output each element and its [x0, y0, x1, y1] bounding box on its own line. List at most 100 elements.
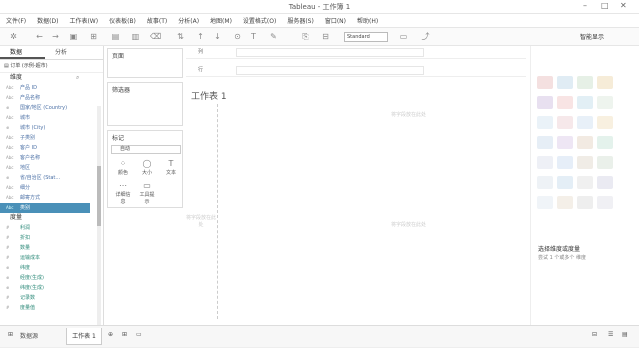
list-item[interactable]: # 运输成本	[0, 253, 103, 263]
list-item[interactable]: Abc 客户名称	[0, 153, 103, 163]
list-item-dragging[interactable]: Abc 类别	[0, 203, 90, 213]
columns-dropzone[interactable]	[236, 48, 424, 57]
swap-icon[interactable]: ⇅	[175, 31, 186, 42]
undo-icon[interactable]: ←	[34, 31, 45, 42]
chart-thumb[interactable]	[597, 136, 613, 149]
datasource-tab-icon[interactable]: ⊞	[8, 331, 13, 338]
chart-thumb[interactable]	[597, 196, 613, 209]
fit-select[interactable]: Standard	[344, 32, 388, 42]
list-item[interactable]: Abc 地区	[0, 163, 103, 173]
clear-sheet-icon[interactable]: ⌫	[150, 31, 161, 42]
list-item[interactable]: ⊕ 纬度(生成)	[0, 283, 103, 293]
share-icon[interactable]: ⤴	[420, 31, 431, 42]
chart-thumb[interactable]	[557, 116, 573, 129]
chart-thumb[interactable]	[557, 196, 573, 209]
fix-axes-icon[interactable]: ⊟	[320, 31, 331, 42]
chart-thumb[interactable]	[577, 96, 593, 109]
pages-card[interactable]: 页面	[107, 48, 183, 78]
list-item[interactable]: Abc 客户 ID	[0, 143, 103, 153]
sort-asc-icon[interactable]: ↑	[195, 31, 206, 42]
sort-desc-icon[interactable]: ↓	[212, 31, 223, 42]
tableau-logo-icon[interactable]: ✲	[8, 31, 19, 42]
tooltip-button[interactable]: ▭ 工具提示	[138, 181, 156, 205]
chart-thumb[interactable]	[597, 76, 613, 89]
chart-thumb[interactable]	[537, 176, 553, 189]
chart-thumb[interactable]	[597, 116, 613, 129]
search-icon[interactable]: ⌕	[76, 73, 79, 83]
mark-type-select[interactable]: 自动	[111, 145, 181, 154]
new-sheet-icon[interactable]: ⊕	[108, 331, 113, 338]
chart-thumb[interactable]	[577, 196, 593, 209]
chart-thumb[interactable]	[537, 196, 553, 209]
list-item[interactable]: Abc 产品名称	[0, 93, 103, 103]
chart-thumb[interactable]	[557, 156, 573, 169]
chart-thumb[interactable]	[537, 76, 553, 89]
list-item[interactable]: ⊕ 国家/地区 (Country)	[0, 103, 103, 113]
presentation-icon[interactable]: ▭	[398, 31, 409, 42]
chart-thumb[interactable]	[577, 76, 593, 89]
chart-thumb[interactable]	[557, 176, 573, 189]
highlight-icon[interactable]: ✎	[268, 31, 279, 42]
menu-server[interactable]: 服务器(S)	[287, 16, 314, 25]
list-item[interactable]: # 折扣	[0, 233, 103, 243]
detail-button[interactable]: ⋯ 详细信息	[114, 181, 132, 205]
label-icon[interactable]: T	[248, 31, 259, 42]
chart-thumb[interactable]	[597, 176, 613, 189]
datasource-tab[interactable]: 数据源	[20, 331, 38, 340]
chart-thumb[interactable]	[557, 96, 573, 109]
menu-file[interactable]: 文件(F)	[6, 16, 26, 25]
list-item[interactable]: ⊕ 经度(生成)	[0, 273, 103, 283]
menu-format[interactable]: 设置格式(O)	[243, 16, 276, 25]
menu-data[interactable]: 数据(D)	[37, 16, 58, 25]
sheet-title[interactable]: 工作表 1	[191, 89, 227, 102]
menu-worksheet[interactable]: 工作表(W)	[69, 16, 98, 25]
datasource-item[interactable]: ▤ 订单 (示例-超市)	[0, 60, 103, 73]
list-item[interactable]: Abc 子类别	[0, 133, 103, 143]
menu-help[interactable]: 帮助(H)	[357, 16, 378, 25]
list-item[interactable]: Abc 邮寄方式	[0, 193, 103, 203]
list-item[interactable]: ⊕ 纬度	[0, 263, 103, 273]
chart-thumb[interactable]	[577, 156, 593, 169]
chart-thumb[interactable]	[537, 136, 553, 149]
list-item[interactable]: Abc 城市	[0, 113, 103, 123]
rows-dropzone[interactable]	[236, 66, 424, 75]
chart-thumb[interactable]	[537, 96, 553, 109]
duplicate-icon[interactable]: ▥	[130, 31, 141, 42]
close-icon[interactable]: ✕	[620, 1, 627, 10]
save-icon[interactable]: ▣	[68, 31, 79, 42]
color-button[interactable]: ⁘ 颜色	[114, 159, 132, 177]
chart-thumb[interactable]	[537, 156, 553, 169]
list-item[interactable]: ⊕ 城市 (City)	[0, 123, 103, 133]
list-item[interactable]: # 度量值	[0, 303, 103, 313]
chart-thumb[interactable]	[557, 76, 573, 89]
list-item[interactable]: # 利润	[0, 223, 103, 233]
menu-story[interactable]: 故事(T)	[147, 16, 167, 25]
maximize-icon[interactable]: □	[601, 1, 609, 10]
size-button[interactable]: ◯ 大小	[138, 159, 156, 177]
chart-thumb[interactable]	[557, 136, 573, 149]
chart-thumb[interactable]	[577, 136, 593, 149]
new-story-icon[interactable]: ▭	[136, 331, 142, 338]
minimize-icon[interactable]: –	[583, 1, 587, 10]
chart-thumb[interactable]	[597, 156, 613, 169]
group-icon[interactable]: ⊙	[232, 31, 243, 42]
menu-analysis[interactable]: 分析(A)	[178, 16, 199, 25]
menu-map[interactable]: 地图(M)	[210, 16, 232, 25]
view-grid-icon[interactable]: ⊟	[592, 331, 597, 338]
chart-thumb[interactable]	[577, 176, 593, 189]
text-button[interactable]: T 文本	[162, 159, 180, 177]
chart-thumb[interactable]	[577, 116, 593, 129]
chart-thumb[interactable]	[537, 116, 553, 129]
new-dashboard-icon[interactable]: ⊞	[122, 331, 127, 338]
list-item[interactable]: # 记录数	[0, 293, 103, 303]
view-canvas[interactable]: 工作表 1 将字段放在此处 将字段放在此处 将字段放在此处	[186, 84, 526, 324]
list-item[interactable]: ⊕ 省/自治区 (Stat...	[0, 173, 103, 183]
list-item[interactable]: Abc 产品 ID	[0, 83, 103, 93]
menu-dashboard[interactable]: 仪表板(B)	[109, 16, 136, 25]
tab-analytics[interactable]: 分析	[45, 46, 90, 59]
format-icon[interactable]: ⎘	[300, 31, 311, 42]
show-me-button[interactable]: 智能显示	[580, 32, 604, 41]
menu-window[interactable]: 窗口(N)	[325, 16, 346, 25]
chart-thumb[interactable]	[597, 96, 613, 109]
list-item[interactable]: Abc 细分	[0, 183, 103, 193]
